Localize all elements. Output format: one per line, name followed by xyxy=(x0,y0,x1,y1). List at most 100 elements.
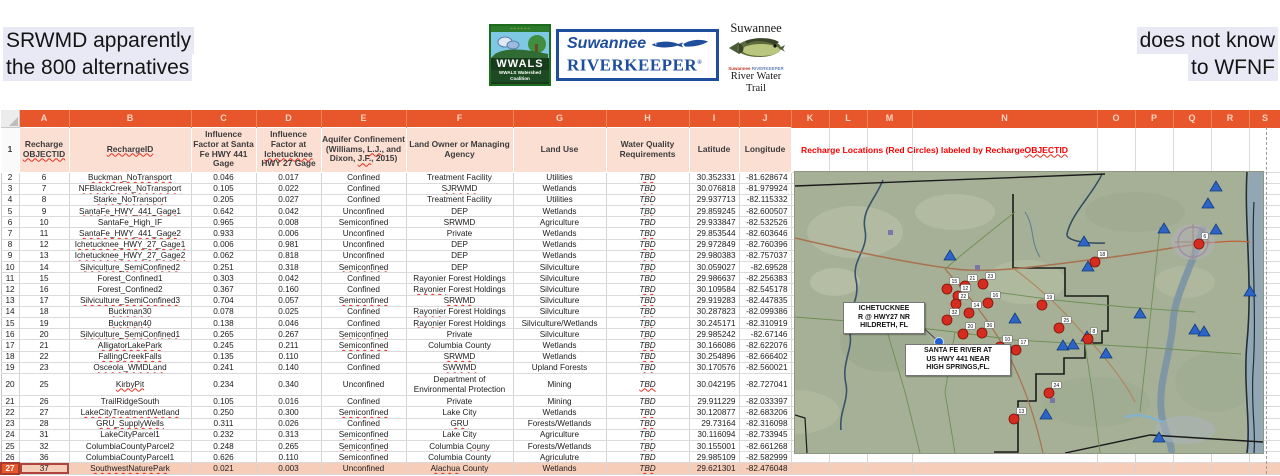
cell[interactable]: Semiconfined xyxy=(321,340,406,351)
cell[interactable]: 0.140 xyxy=(256,362,321,373)
empty-cell[interactable] xyxy=(1211,127,1249,172)
cell[interactable]: DEP xyxy=(406,239,513,250)
cell[interactable]: 13 xyxy=(19,250,69,261)
cell[interactable]: 0.642 xyxy=(191,206,256,217)
row-number[interactable]: 16 xyxy=(1,329,19,340)
cell[interactable]: 0.006 xyxy=(191,239,256,250)
cell[interactable]: 0.818 xyxy=(256,250,321,261)
empty-cell[interactable] xyxy=(791,452,829,463)
field-header[interactable]: Land Use xyxy=(513,127,606,172)
cell[interactable]: 29.911229 xyxy=(689,396,739,407)
cell[interactable]: 0.245 xyxy=(191,340,256,351)
cell[interactable]: Mining xyxy=(513,396,606,407)
cell[interactable]: Unconfined xyxy=(321,239,406,250)
row-number[interactable]: 9 xyxy=(1,250,19,261)
cell[interactable]: Semiconfined xyxy=(321,329,406,340)
row-number[interactable]: 5 xyxy=(1,206,19,217)
cell[interactable]: 30.170576 xyxy=(689,362,739,373)
cell[interactable]: 7 xyxy=(19,183,69,194)
row-number[interactable]: 25 xyxy=(1,441,19,452)
cell[interactable]: 0.981 xyxy=(256,239,321,250)
empty-cell[interactable] xyxy=(867,452,912,463)
cell[interactable]: 30.120877 xyxy=(689,407,739,418)
cell[interactable]: Starke_NoTransport xyxy=(69,194,191,205)
cell[interactable]: 0.046 xyxy=(256,317,321,328)
cell[interactable]: Silviculture xyxy=(513,273,606,284)
cell[interactable]: 11 xyxy=(19,228,69,239)
cell[interactable]: Upland Forests xyxy=(513,362,606,373)
column-header-O[interactable]: O xyxy=(1097,110,1135,127)
cell[interactable]: Silviculture xyxy=(513,295,606,306)
row-number[interactable]: 12 xyxy=(1,284,19,295)
cell[interactable]: 0.248 xyxy=(191,441,256,452)
cell[interactable]: TBD xyxy=(606,239,689,250)
row-number[interactable]: 24 xyxy=(1,429,19,440)
cell[interactable]: 22 xyxy=(19,351,69,362)
cell[interactable]: 0.110 xyxy=(256,351,321,362)
cell[interactable]: Unconfined xyxy=(321,206,406,217)
column-header-J[interactable]: J xyxy=(739,110,791,127)
cell[interactable]: 30.245171 xyxy=(689,317,739,328)
cell[interactable]: 0.026 xyxy=(256,418,321,429)
row-number[interactable]: 7 xyxy=(1,228,19,239)
cell[interactable]: 0.211 xyxy=(256,340,321,351)
cell[interactable]: 0.965 xyxy=(191,217,256,228)
column-header-P[interactable]: P xyxy=(1135,110,1173,127)
cell[interactable]: TBD xyxy=(606,273,689,284)
cell[interactable]: Wetlands xyxy=(513,407,606,418)
column-header-D[interactable]: D xyxy=(256,110,321,127)
cell[interactable]: 29.972849 xyxy=(689,239,739,250)
cell[interactable]: 30.287823 xyxy=(689,306,739,317)
cell[interactable]: -82.033397 xyxy=(739,396,791,407)
row-number[interactable]: 20 xyxy=(1,373,19,395)
cell[interactable]: 0.042 xyxy=(256,206,321,217)
cell[interactable]: -82.760396 xyxy=(739,239,791,250)
cell[interactable]: TBD xyxy=(606,262,689,273)
row-number[interactable]: 17 xyxy=(1,340,19,351)
cell[interactable]: Confined xyxy=(321,194,406,205)
cell[interactable]: 26 xyxy=(19,396,69,407)
cell[interactable]: 0.234 xyxy=(191,373,256,395)
cell[interactable]: Columbia County xyxy=(406,452,513,463)
cell[interactable]: 0.267 xyxy=(256,329,321,340)
row-number[interactable]: 13 xyxy=(1,295,19,306)
cell[interactable]: 0.232 xyxy=(191,429,256,440)
cell[interactable]: 30.166086 xyxy=(689,340,739,351)
empty-cell[interactable] xyxy=(829,452,867,463)
cell[interactable]: -82.603646 xyxy=(739,228,791,239)
cell[interactable]: -82.727041 xyxy=(739,373,791,395)
cell[interactable]: 0.160 xyxy=(256,284,321,295)
cell[interactable]: 29.985242 xyxy=(689,329,739,340)
cell[interactable]: 0.046 xyxy=(191,172,256,183)
cell[interactable]: 27 xyxy=(19,407,69,418)
column-header-E[interactable]: E xyxy=(321,110,406,127)
cell[interactable]: TBD xyxy=(606,463,689,474)
field-header[interactable]: Latitude xyxy=(689,127,739,172)
cell[interactable]: TBD xyxy=(606,250,689,261)
empty-cell[interactable] xyxy=(1249,452,1280,463)
cell[interactable]: Confined xyxy=(321,418,406,429)
cell[interactable]: 0.016 xyxy=(256,396,321,407)
row-number[interactable]: 18 xyxy=(1,351,19,362)
cell[interactable]: NFBlackCreek_NoTransport xyxy=(69,183,191,194)
field-header[interactable]: Longitude xyxy=(739,127,791,172)
cell[interactable]: 37 xyxy=(19,463,69,474)
row-number[interactable]: 27 xyxy=(1,463,19,474)
empty-cell[interactable] xyxy=(1173,127,1211,172)
cell[interactable]: 0.303 xyxy=(191,273,256,284)
cell[interactable]: 0.138 xyxy=(191,317,256,328)
cell[interactable]: Confined xyxy=(321,396,406,407)
cell[interactable]: 0.021 xyxy=(191,463,256,474)
cell[interactable]: Unconfined xyxy=(321,228,406,239)
row-number[interactable]: 8 xyxy=(1,239,19,250)
cell[interactable]: 0.241 xyxy=(191,362,256,373)
cell[interactable]: Silviculture xyxy=(513,329,606,340)
cell[interactable]: Semiconfined xyxy=(321,407,406,418)
cell[interactable]: TBD xyxy=(606,284,689,295)
cell[interactable]: TBD xyxy=(606,441,689,452)
cell[interactable]: Utilities xyxy=(513,194,606,205)
cell[interactable]: Semiconfined xyxy=(321,262,406,273)
cell[interactable]: 0.300 xyxy=(256,407,321,418)
cell[interactable]: TBD xyxy=(606,194,689,205)
cell[interactable]: -82.476048 xyxy=(739,463,791,474)
